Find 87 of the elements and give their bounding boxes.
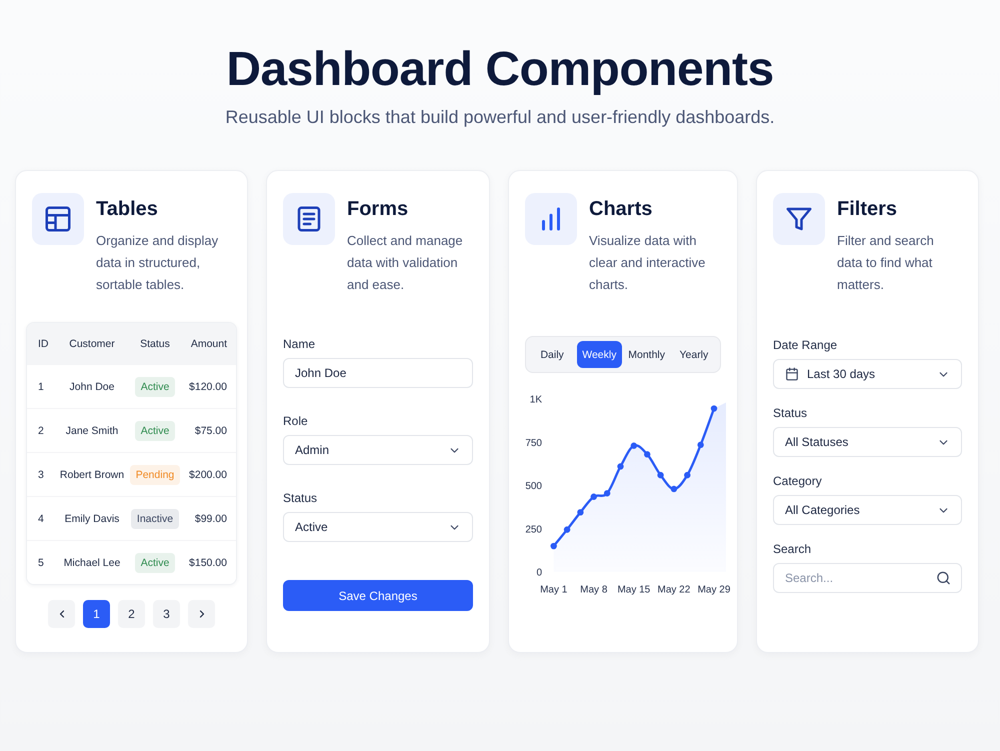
- field-label: Date Range: [773, 337, 838, 353]
- table-cell: John Doe: [70, 380, 114, 392]
- table-cell: Jane Smith: [66, 424, 118, 436]
- field-label: Status: [773, 405, 808, 421]
- field-label: Search: [773, 541, 812, 557]
- period-tab[interactable]: Yearly: [672, 341, 716, 368]
- card-description: Visualize data with clear and interactive charts.: [589, 232, 706, 294]
- status-badge: Pending: [130, 464, 180, 484]
- table-cell: Emily Davis: [64, 512, 120, 524]
- data-point: [564, 526, 570, 533]
- card-title: Tables: [96, 197, 159, 221]
- date-select-field[interactable]: Last 30 days: [773, 359, 962, 389]
- data-point: [684, 472, 690, 478]
- field-label: Role: [283, 413, 309, 429]
- field-label: Category: [773, 473, 823, 489]
- page-button[interactable]: 3: [153, 600, 180, 628]
- page-button[interactable]: 2: [118, 600, 145, 628]
- select-field[interactable]: All Statuses: [773, 427, 962, 457]
- text-field[interactable]: John Doe: [283, 358, 473, 388]
- data-point: [617, 463, 624, 470]
- column-header: Customer: [69, 338, 115, 350]
- select-field[interactable]: Active: [283, 512, 473, 542]
- status-badge: Active: [134, 376, 176, 396]
- column-header: Status: [140, 338, 170, 350]
- card-title: Charts: [589, 197, 654, 221]
- card-description: Filter and search data to find what matters.: [837, 232, 935, 294]
- axis-tick-label: May 22: [658, 584, 690, 596]
- page-title: Dashboard Components: [226, 42, 774, 98]
- search-field[interactable]: Search...: [773, 563, 962, 593]
- table-cell-text: $120.00: [189, 380, 228, 392]
- page-button[interactable]: 1: [83, 600, 110, 628]
- card-title: Filters: [837, 197, 898, 221]
- column-header: ID: [37, 338, 48, 350]
- status-badge: Inactive: [130, 508, 180, 528]
- status-badge: Active: [134, 420, 176, 440]
- axis-tick-label: 1K: [530, 394, 542, 406]
- axis-tick-label: 500: [525, 481, 542, 492]
- data-point: [550, 542, 557, 550]
- axis-tick-label: May 8: [580, 584, 608, 596]
- period-tab[interactable]: Monthly: [624, 341, 669, 368]
- axis-tick-label: 250: [525, 524, 542, 536]
- axis-tick-label: 750: [525, 438, 542, 449]
- data-point: [644, 451, 650, 458]
- axis-tick-label: 0: [536, 568, 542, 578]
- table-layout-icon: [32, 193, 84, 245]
- table-cell-text: 4: [37, 512, 44, 524]
- data-point: [697, 442, 704, 448]
- table-cell: Michael Lee: [64, 556, 120, 568]
- save-button[interactable]: Save Changes: [283, 580, 473, 611]
- select-field[interactable]: Admin: [283, 435, 473, 465]
- document-icon: [283, 193, 335, 245]
- data-point: [670, 486, 678, 492]
- filter-icon: [773, 193, 825, 245]
- table-cell-text: $99.00: [194, 512, 228, 524]
- table-cell-text: $200.00: [189, 468, 228, 480]
- select-field[interactable]: All Categories: [773, 495, 962, 525]
- table-cell-text: 3: [37, 468, 44, 480]
- table-cell-text: $75.00: [194, 424, 228, 436]
- data-point: [710, 405, 718, 412]
- next-page-button[interactable]: [188, 600, 215, 628]
- page-subtitle: Reusable UI blocks that build powerful and user-friendly dashboards.: [225, 106, 775, 129]
- data-point: [657, 472, 664, 478]
- previous-page-button[interactable]: [48, 600, 75, 628]
- status-badge: Active: [134, 552, 176, 572]
- field-label: Name: [283, 336, 316, 352]
- table-cell-text: 5: [37, 556, 44, 568]
- search-icon: [936, 570, 951, 586]
- field-label: Status: [283, 490, 318, 506]
- table-cell: Robert Brown: [60, 468, 124, 480]
- period-tab[interactable]: Weekly: [577, 341, 622, 368]
- axis-tick-label: May 29: [698, 584, 730, 596]
- card-description: Organize and display data in structured, sortable tables.: [96, 232, 220, 294]
- data-point: [577, 509, 584, 516]
- table-cell-text: 2: [37, 424, 44, 436]
- calendar-icon: [785, 367, 799, 381]
- axis-tick-label: May 1: [540, 584, 568, 596]
- card-description: Collect and manage data with validation and ease.: [347, 232, 464, 294]
- axis-tick-label: May 15: [617, 584, 650, 596]
- data-point: [590, 494, 597, 500]
- bar-chart-icon: [525, 193, 577, 245]
- table-cell-text: 1: [37, 380, 44, 392]
- data-point: [604, 490, 610, 496]
- column-header: Amount: [190, 338, 228, 350]
- table-cell-text: $150.00: [189, 556, 228, 568]
- period-tab[interactable]: Daily: [530, 341, 574, 368]
- data-point: [630, 442, 638, 449]
- card-title: Forms: [347, 197, 410, 221]
